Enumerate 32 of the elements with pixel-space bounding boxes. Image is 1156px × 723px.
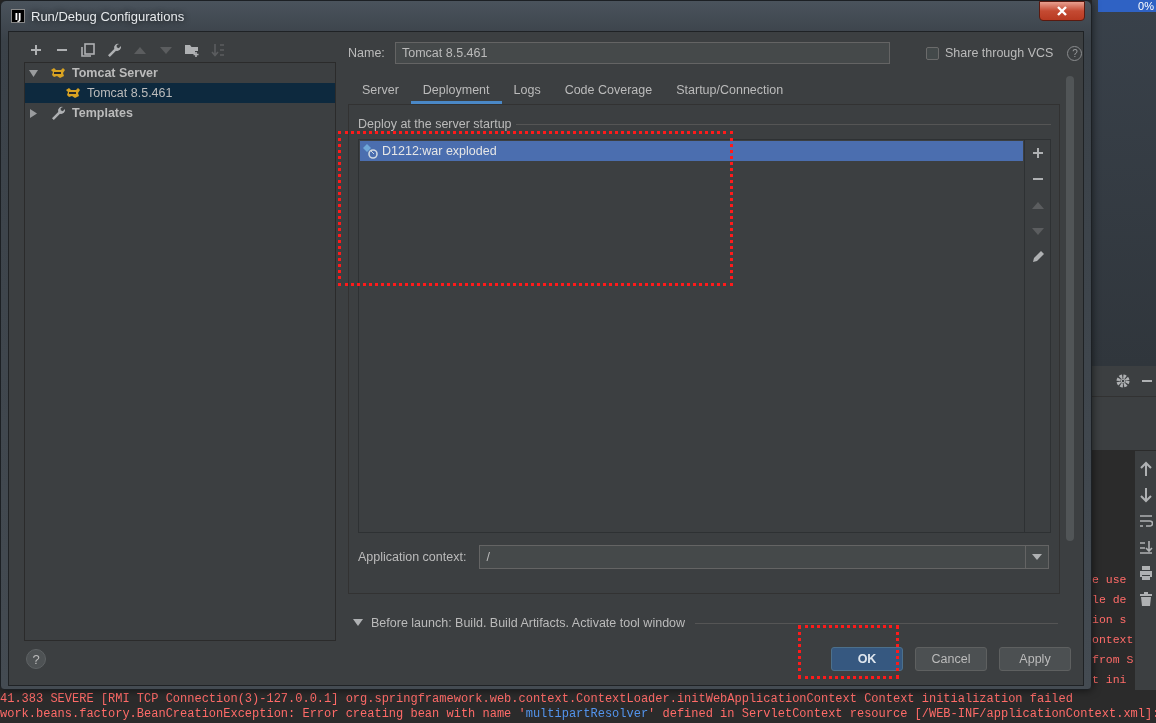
section-title: Deploy at the server startup [358, 117, 512, 131]
list-item[interactable]: D1212:war exploded [360, 141, 1023, 161]
console-text: from S [1092, 652, 1135, 668]
dialog-button[interactable]: OK [831, 647, 903, 671]
console-link[interactable]: multipartResolver [525, 707, 649, 721]
help-button[interactable]: ? [26, 649, 46, 669]
console-text: e use [1092, 572, 1128, 588]
console-text: ion s [1092, 612, 1128, 628]
dialog-button[interactable]: Apply [999, 647, 1071, 671]
console-line: 41.383 SEVERE [RMI TCP Connection(3)-127.0.0.1] org.springframework.web.context.ContextLoader.initWebApplicationContext Context initialization failed [0, 692, 1074, 707]
tree-item[interactable]: Tomcat Server [25, 63, 335, 83]
tree-item[interactable]: Templates [25, 103, 335, 123]
field-label: Application context: [358, 550, 467, 564]
tab[interactable]: Logs [501, 76, 553, 104]
dialog-button[interactable]: Cancel [915, 647, 987, 671]
before-launch-label[interactable]: Before launch: Build. Build Artifacts. Activate tool window [371, 616, 686, 630]
console-text: ontext [1092, 632, 1135, 648]
tab[interactable]: Server [350, 76, 411, 104]
console-text: t ini [1092, 672, 1128, 688]
window-title: Run/Debug Configurations [31, 8, 186, 24]
context-combo-box[interactable]: / [479, 545, 1050, 569]
tab[interactable]: Code Coverage [552, 76, 665, 104]
console-text: le de [1092, 592, 1128, 608]
console-line: work.beans.factory.BeanCreationException: Error creating bean with name 'multipartResolver' defined in ServletContext resource [/WEB-INF/applicationContext.xml]: [0, 707, 1156, 722]
field-label: Name: [348, 46, 386, 60]
tab[interactable]: Deployment [410, 76, 502, 104]
tab[interactable]: Startup/Connection [664, 76, 796, 104]
progress-text: 0% [1098, 0, 1156, 12]
checkbox-label: Share through VCS [945, 46, 1054, 60]
name-field[interactable]: Tomcat 8.5.461 [395, 42, 890, 64]
tree-item[interactable]: Tomcat 8.5.461 [25, 83, 335, 103]
app-logo: IJ [11, 9, 25, 23]
